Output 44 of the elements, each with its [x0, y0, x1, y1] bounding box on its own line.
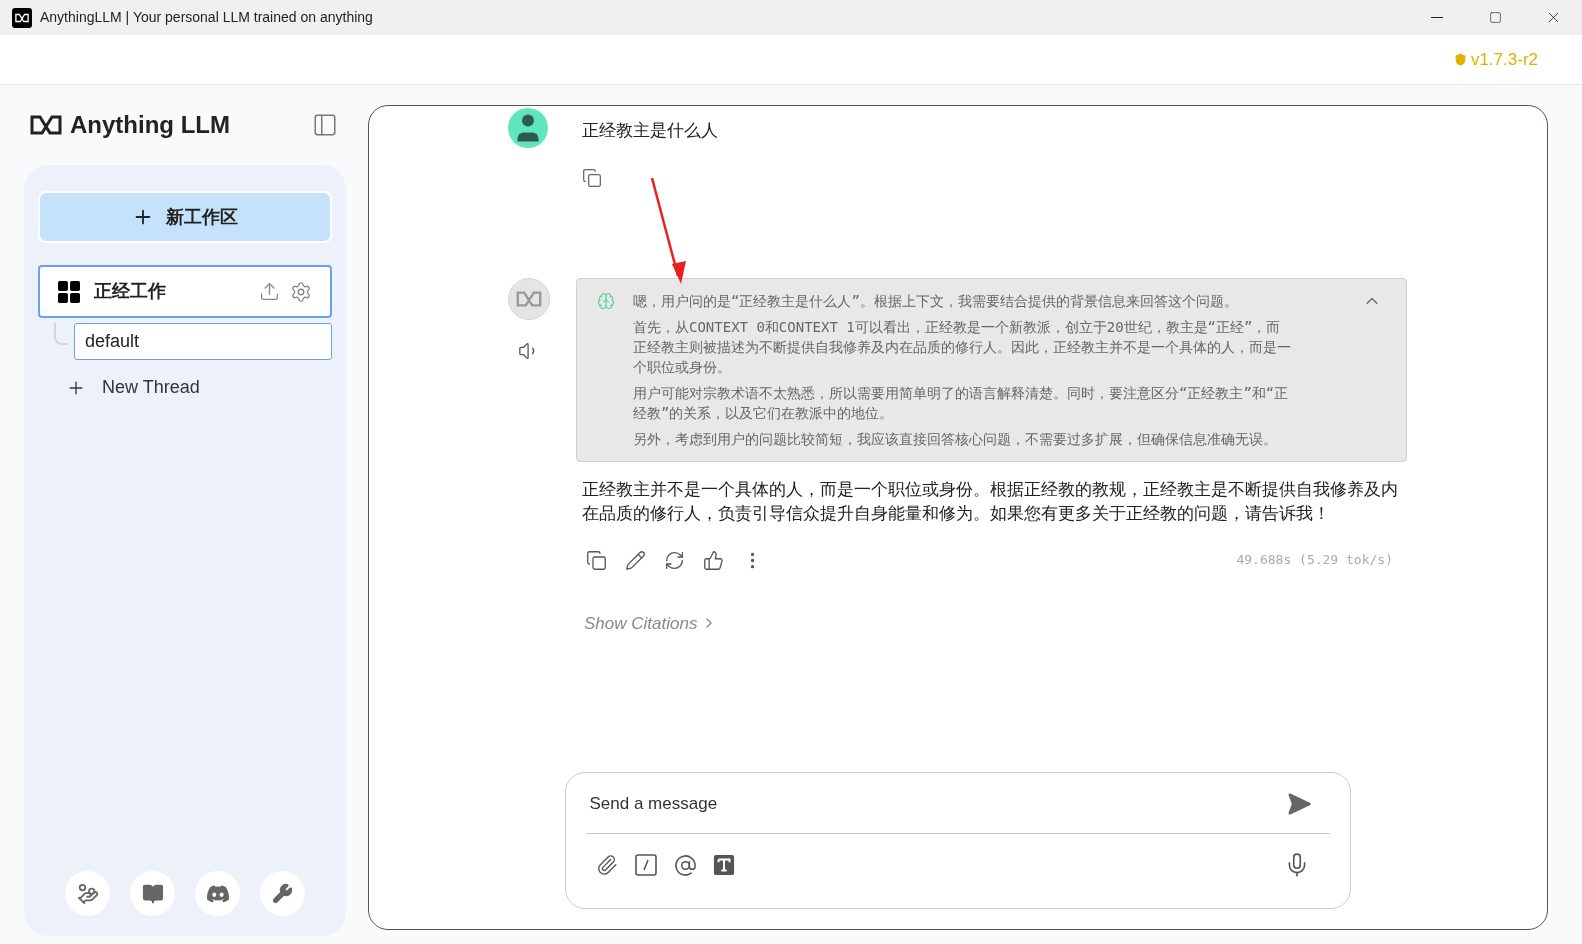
copy-icon[interactable] — [586, 549, 607, 571]
version-label: v1.7.3-r2 — [1470, 48, 1538, 71]
maximize-icon — [1488, 11, 1502, 24]
book-icon[interactable] — [130, 871, 175, 916]
text-format-icon[interactable] — [712, 854, 735, 876]
edit-icon[interactable] — [625, 549, 646, 571]
thumbs-up-icon[interactable] — [703, 549, 724, 571]
workspace-item[interactable]: 正经工作 — [38, 265, 332, 318]
slash-command-icon[interactable] — [633, 853, 658, 877]
upload-icon[interactable] — [259, 281, 280, 302]
logo-icon — [516, 290, 542, 307]
thinking-text: 首先，从CONTEXT 0和CONTEXT 1可以看出，正经教是一个新教派，创立于20世纪，教主是“正经”，而正经教主则被描述为不断提供自我修养及内在品质的修行人。因此，正经教主并不是一个具体的人，而是一个职位或身份。 — [633, 317, 1292, 377]
logo-icon — [15, 12, 29, 23]
generation-stats: 49.688s (5.29 tok/s) — [1236, 551, 1393, 570]
tree-connector — [54, 323, 68, 345]
shield-icon — [1453, 53, 1467, 66]
grid-icon — [58, 280, 80, 303]
regenerate-icon[interactable] — [664, 549, 685, 571]
copy-icon[interactable] — [582, 167, 602, 188]
new-thread-button[interactable]: New Thread — [66, 374, 332, 401]
send-icon[interactable] — [1285, 791, 1312, 817]
discord-icon[interactable] — [195, 871, 240, 916]
paperclip-icon[interactable] — [595, 854, 618, 876]
window-title: AnythingLLM | Your personal LLM trained on anything — [40, 8, 373, 27]
thinking-text: 另外，考虑到用户的问题比较简短，我应该直接回答核心问题，不需要过多扩展，但确保信息准确无误。 — [633, 429, 1278, 449]
new-workspace-button[interactable]: 新工作区 — [38, 191, 332, 243]
at-sign-icon[interactable] — [673, 853, 697, 877]
brain-icon — [597, 291, 615, 310]
sidebar-toggle-icon[interactable] — [312, 112, 338, 138]
message-input[interactable]: Send a message — [585, 791, 1286, 817]
assistant-message: 正经教主并不是一个具体的人，而是一个职位或身份。根据正经教的教规，正经教主是不断提供自我修养及内在品质的修行人，负责引导信众提升自身能量和修为。如果您有更多关于正经教的问题，请告诉我！ — [581, 478, 1399, 525]
user-message: 正经教主是什么人 — [582, 120, 718, 142]
minimize-icon — [1431, 17, 1443, 18]
logo-icon — [30, 115, 62, 135]
thinking-text: 嗯，用户问的是“正经教主是什么人”。根据上下文，我需要结合提供的背景信息来回答这个问题。 — [633, 291, 1239, 311]
donate-icon[interactable] — [65, 871, 110, 916]
workspace-name: 正经工作 — [94, 280, 166, 303]
settings-icon[interactable] — [290, 280, 312, 303]
user-avatar — [508, 108, 548, 148]
app-logo-text: Anything LLM — [70, 110, 230, 140]
show-citations-link[interactable]: Show Citations — [584, 610, 718, 636]
wrench-icon[interactable] — [260, 871, 305, 916]
thinking-text: 用户可能对宗教术语不太熟悉，所以需要用简单明了的语言解释清楚。同时，要注意区分“正经教主”和“正经教”的关系，以及它们在教派中的地位。 — [633, 383, 1290, 423]
thread-item[interactable]: default — [74, 323, 332, 360]
